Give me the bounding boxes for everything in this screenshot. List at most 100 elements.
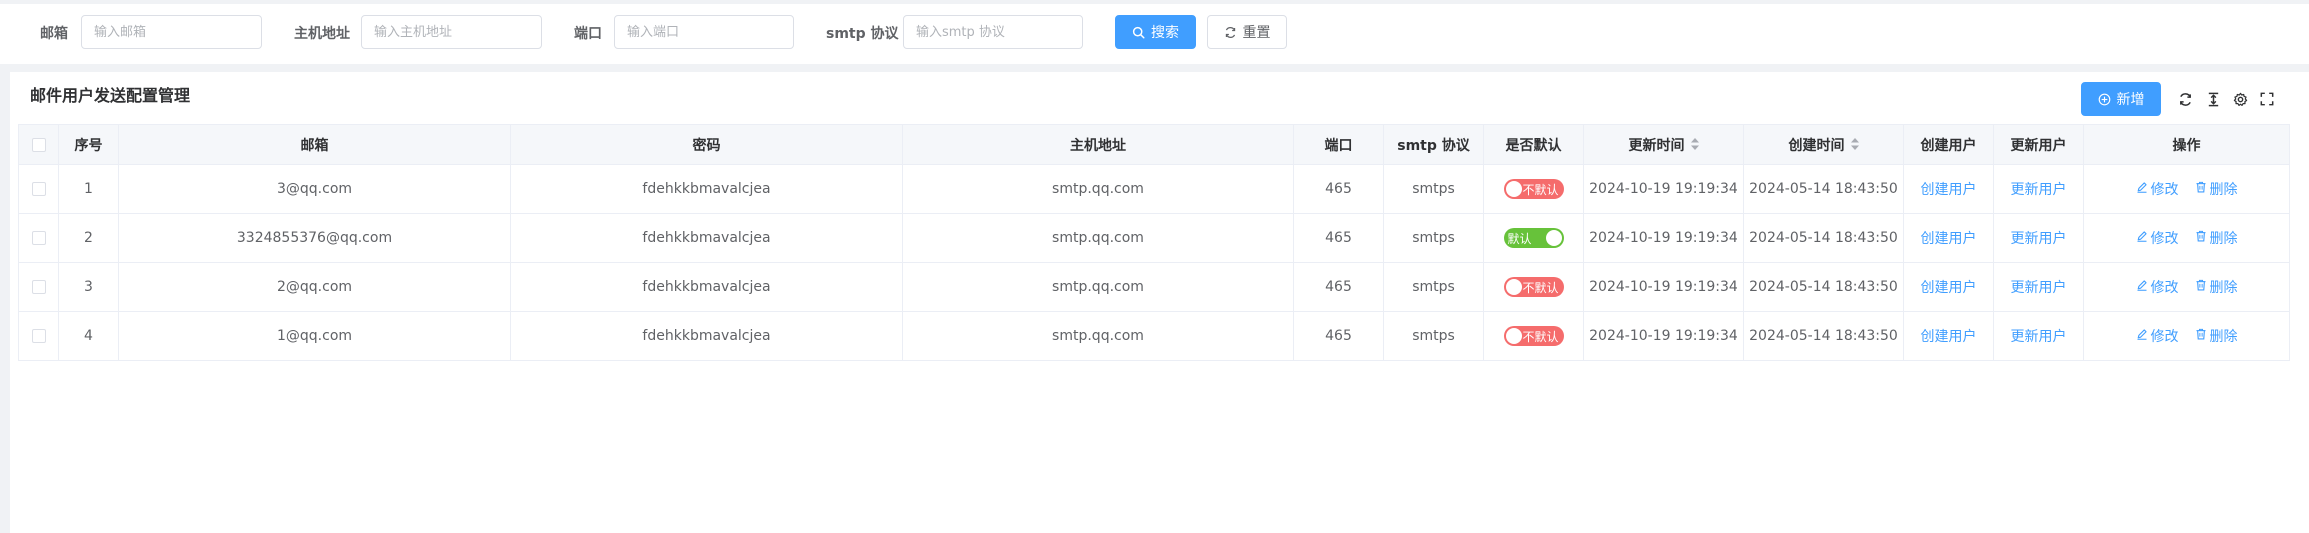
default-switch[interactable]: 不默认 — [1503, 277, 1564, 297]
row-checkbox[interactable] — [31, 329, 46, 343]
row-default-cell: 不默认 — [1483, 262, 1584, 312]
edit-button[interactable]: 修改 — [2136, 326, 2179, 346]
header-updated-at[interactable]: 更新时间 — [1583, 124, 1744, 165]
row-smtp: smtps — [1383, 164, 1484, 214]
default-switch-label: 不默认 — [1522, 280, 1559, 295]
switch-knob — [1545, 230, 1562, 246]
updated-by-link[interactable]: 更新用户 — [2011, 329, 2067, 345]
row-created-at: 2024-05-14 18:43:50 — [1743, 213, 1904, 263]
row-password: fdehkkbmavalcjea — [510, 262, 903, 312]
row-created-by-cell: 创建用户 — [1903, 213, 1994, 263]
row-select-cell — [18, 262, 59, 312]
table-row: 3 2@qq.com fdehkkbmavalcjea smtp.qq.com … — [18, 262, 2290, 312]
row-host: smtp.qq.com — [902, 164, 1294, 214]
delete-button[interactable]: 删除 — [2195, 277, 2238, 297]
row-email: 1@qq.com — [118, 311, 511, 361]
add-button[interactable]: 新增 — [2081, 82, 2161, 116]
row-updated-by-cell: 更新用户 — [1993, 262, 2084, 312]
plus-circle-icon — [2098, 93, 2111, 106]
host-search-input[interactable] — [361, 15, 542, 49]
default-switch[interactable]: 默认 — [1503, 228, 1564, 248]
trash-icon — [2195, 181, 2207, 197]
email-label: 邮箱 — [40, 26, 68, 42]
host-label: 主机地址 — [294, 26, 350, 42]
row-actions: 修改 删除 — [2083, 164, 2290, 214]
row-created-by-cell: 创建用户 — [1903, 262, 1994, 312]
select-all-cell — [18, 124, 59, 165]
created-by-link[interactable]: 创建用户 — [1921, 329, 1977, 345]
edit-icon — [2136, 181, 2148, 197]
search-button[interactable]: 搜索 — [1115, 15, 1196, 49]
page-title: 邮件用户发送配置管理 — [30, 86, 191, 105]
row-actions: 修改 删除 — [2083, 213, 2290, 263]
delete-button-label: 删除 — [2209, 231, 2238, 247]
email-search-input[interactable] — [81, 15, 262, 49]
row-checkbox[interactable] — [31, 280, 46, 294]
header-created-at[interactable]: 创建时间 — [1743, 124, 1904, 165]
fullscreen-icon[interactable] — [2258, 90, 2276, 108]
row-select-cell — [18, 311, 59, 361]
header-updated-by: 更新用户 — [1993, 124, 2084, 165]
updated-by-link[interactable]: 更新用户 — [2011, 280, 2067, 296]
trash-icon — [2195, 328, 2207, 344]
edit-icon — [2136, 230, 2148, 246]
updated-by-link[interactable]: 更新用户 — [2011, 231, 2067, 247]
row-checkbox[interactable] — [31, 182, 46, 196]
port-search-input[interactable] — [614, 15, 794, 49]
sort-caret-icon[interactable] — [1850, 137, 1859, 154]
header-index: 序号 — [58, 124, 119, 165]
edit-button-label: 修改 — [2150, 280, 2179, 296]
edit-button[interactable]: 修改 — [2136, 228, 2179, 248]
reset-button-label: 重置 — [1242, 25, 1271, 41]
row-default-cell: 不默认 — [1483, 311, 1584, 361]
created-by-link[interactable]: 创建用户 — [1921, 182, 1977, 198]
row-password: fdehkkbmavalcjea — [510, 311, 903, 361]
edit-button-label: 修改 — [2150, 182, 2179, 198]
table-body: 1 3@qq.com fdehkkbmavalcjea smtp.qq.com … — [18, 164, 2290, 361]
gear-icon[interactable] — [2231, 90, 2249, 108]
row-password: fdehkkbmavalcjea — [510, 213, 903, 263]
row-created-at: 2024-05-14 18:43:50 — [1743, 311, 1904, 361]
row-password: fdehkkbmavalcjea — [510, 164, 903, 214]
row-updated-by-cell: 更新用户 — [1993, 311, 2084, 361]
smtp-search-input[interactable] — [903, 15, 1083, 49]
reset-button[interactable]: 重置 — [1207, 15, 1287, 49]
row-updated-at: 2024-10-19 19:19:34 — [1583, 164, 1744, 214]
table-row: 1 3@qq.com fdehkkbmavalcjea smtp.qq.com … — [18, 164, 2290, 214]
edit-button[interactable]: 修改 — [2136, 179, 2179, 199]
header-host: 主机地址 — [902, 124, 1294, 165]
header-password: 密码 — [510, 124, 903, 165]
select-all-checkbox[interactable] — [31, 137, 46, 152]
row-index: 2 — [58, 213, 119, 263]
refresh-icon[interactable] — [2176, 90, 2194, 108]
created-by-link[interactable]: 创建用户 — [1921, 280, 1977, 296]
row-index: 4 — [58, 311, 119, 361]
row-default-cell: 默认 — [1483, 213, 1584, 263]
mail-config-table: 序号 邮箱 密码 主机地址 端口 smtp 协议 是否默认 更新时间 创建时间 … — [18, 124, 2290, 361]
switch-knob — [1505, 181, 1522, 197]
row-host: smtp.qq.com — [902, 213, 1294, 263]
default-switch-label: 不默认 — [1522, 182, 1559, 197]
table-row: 4 1@qq.com fdehkkbmavalcjea smtp.qq.com … — [18, 311, 2290, 361]
updated-by-link[interactable]: 更新用户 — [2011, 182, 2067, 198]
delete-button[interactable]: 删除 — [2195, 326, 2238, 346]
header-is-default: 是否默认 — [1483, 124, 1584, 165]
edit-button[interactable]: 修改 — [2136, 277, 2179, 297]
created-by-link[interactable]: 创建用户 — [1921, 231, 1977, 247]
header-created-by: 创建用户 — [1903, 124, 1994, 165]
sort-caret-icon[interactable] — [1690, 137, 1699, 154]
row-smtp: smtps — [1383, 213, 1484, 263]
delete-button[interactable]: 删除 — [2195, 179, 2238, 199]
refresh-icon — [1224, 26, 1237, 39]
header-email: 邮箱 — [118, 124, 511, 165]
row-host: smtp.qq.com — [902, 311, 1294, 361]
row-default-cell: 不默认 — [1483, 164, 1584, 214]
default-switch[interactable]: 不默认 — [1503, 326, 1564, 346]
delete-button[interactable]: 删除 — [2195, 228, 2238, 248]
delete-button-label: 删除 — [2209, 182, 2238, 198]
column-height-icon[interactable] — [2204, 90, 2222, 108]
row-created-at: 2024-05-14 18:43:50 — [1743, 164, 1904, 214]
header-port: 端口 — [1293, 124, 1384, 165]
row-checkbox[interactable] — [31, 231, 46, 245]
default-switch[interactable]: 不默认 — [1503, 179, 1564, 199]
